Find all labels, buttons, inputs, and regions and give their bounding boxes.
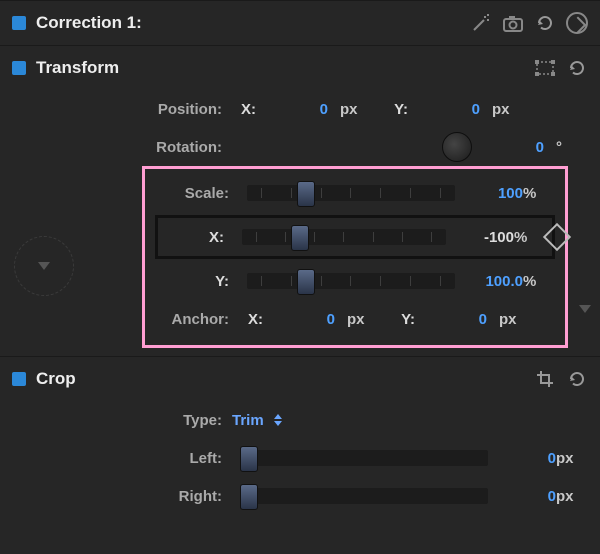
position-x-label: X: (232, 101, 256, 118)
checkbox-crop[interactable] (12, 372, 26, 386)
scale-disclosure[interactable] (14, 236, 74, 296)
slider-knob[interactable] (297, 269, 315, 295)
position-x-unit: px (340, 101, 372, 118)
section-correction: Correction 1: (0, 0, 600, 45)
slider-knob[interactable] (297, 181, 315, 207)
scale-x-unit: % (514, 229, 546, 246)
anchor-x-value[interactable]: 0 (275, 311, 335, 328)
anchor-y-label: Y: (391, 311, 415, 328)
row-position: Position: X: 0 px Y: 0 px (12, 90, 588, 128)
crop-left-slider[interactable] (240, 450, 488, 466)
row-scale: Scale: 100 % (155, 175, 555, 211)
crop-left-label: Left: (12, 450, 232, 467)
scale-value[interactable]: 100 (463, 185, 523, 202)
position-y-label: Y: (384, 101, 408, 118)
chevron-down-icon (38, 262, 50, 270)
scale-y-label: Y: (155, 273, 239, 290)
position-label: Position: (12, 101, 232, 118)
rotation-unit: ° (556, 139, 588, 156)
checkbox-transform[interactable] (12, 61, 26, 75)
stepper-icon[interactable] (272, 414, 284, 426)
scale-slider[interactable] (247, 185, 455, 201)
scale-label: Scale: (155, 185, 239, 202)
crop-right-unit: px (556, 488, 588, 505)
crop-left-unit: px (556, 450, 588, 467)
row-crop-type: Type: Trim (12, 401, 588, 439)
crop-right-label: Right: (12, 488, 232, 505)
section-transform: Transform Position: X: 0 px Y: 0 px (0, 45, 600, 356)
reset-icon[interactable] (534, 12, 556, 34)
scale-y-value[interactable]: 100.0 (463, 273, 523, 290)
position-x-value[interactable]: 0 (268, 101, 328, 118)
scale-x-label: X: (164, 229, 234, 246)
slider-knob[interactable] (291, 225, 309, 251)
scale-y-unit: % (523, 273, 555, 290)
reset-icon[interactable] (566, 57, 588, 79)
highlight-scale-group: Scale: 100 % X: -100 % (142, 166, 568, 348)
anchor-y-value[interactable]: 0 (427, 311, 487, 328)
row-anchor: Anchor: X: 0 px Y: 0 px (155, 299, 555, 339)
bounding-box-icon[interactable] (534, 57, 556, 79)
crop-type-value[interactable]: Trim (232, 412, 264, 429)
checkbox-correction[interactable] (12, 16, 26, 30)
section-crop: Crop Type: Trim Left: 0 px (0, 356, 600, 515)
row-rotation: Rotation: 0 ° (12, 128, 588, 166)
rotation-dial[interactable] (442, 132, 472, 162)
crop-icon[interactable] (534, 368, 556, 390)
crop-title: Crop (36, 369, 524, 389)
slider-knob[interactable] (240, 484, 258, 510)
crop-left-value[interactable]: 0 (496, 450, 556, 467)
scale-unit: % (523, 185, 555, 202)
row-crop-left: Left: 0 px (12, 439, 588, 477)
transform-title: Transform (36, 58, 524, 78)
rotation-label: Rotation: (12, 139, 232, 156)
highlight-scale-x: X: -100 % (155, 215, 555, 259)
slider-knob[interactable] (240, 446, 258, 472)
chevron-down-icon[interactable] (574, 298, 596, 320)
position-y-unit: px (492, 101, 524, 118)
scale-y-slider[interactable] (247, 273, 455, 289)
scale-x-slider[interactable] (242, 229, 446, 245)
position-y-value[interactable]: 0 (420, 101, 480, 118)
rotation-value[interactable]: 0 (484, 139, 544, 156)
crop-right-slider[interactable] (240, 488, 488, 504)
crop-type-label: Type: (12, 412, 232, 429)
row-scale-y: Y: 100.0 % (155, 263, 555, 299)
reset-icon[interactable] (566, 368, 588, 390)
anchor-x-unit: px (347, 311, 379, 328)
correction-title: Correction 1: (36, 13, 460, 33)
crop-right-value[interactable]: 0 (496, 488, 556, 505)
scale-x-value[interactable]: -100 (454, 229, 514, 246)
show-more-icon[interactable] (566, 12, 588, 34)
anchor-y-unit: px (499, 311, 531, 328)
row-crop-right: Right: 0 px (12, 477, 588, 515)
camera-icon[interactable] (502, 12, 524, 34)
anchor-label: Anchor: (155, 311, 239, 328)
wand-icon[interactable] (470, 12, 492, 34)
anchor-x-label: X: (239, 311, 263, 328)
